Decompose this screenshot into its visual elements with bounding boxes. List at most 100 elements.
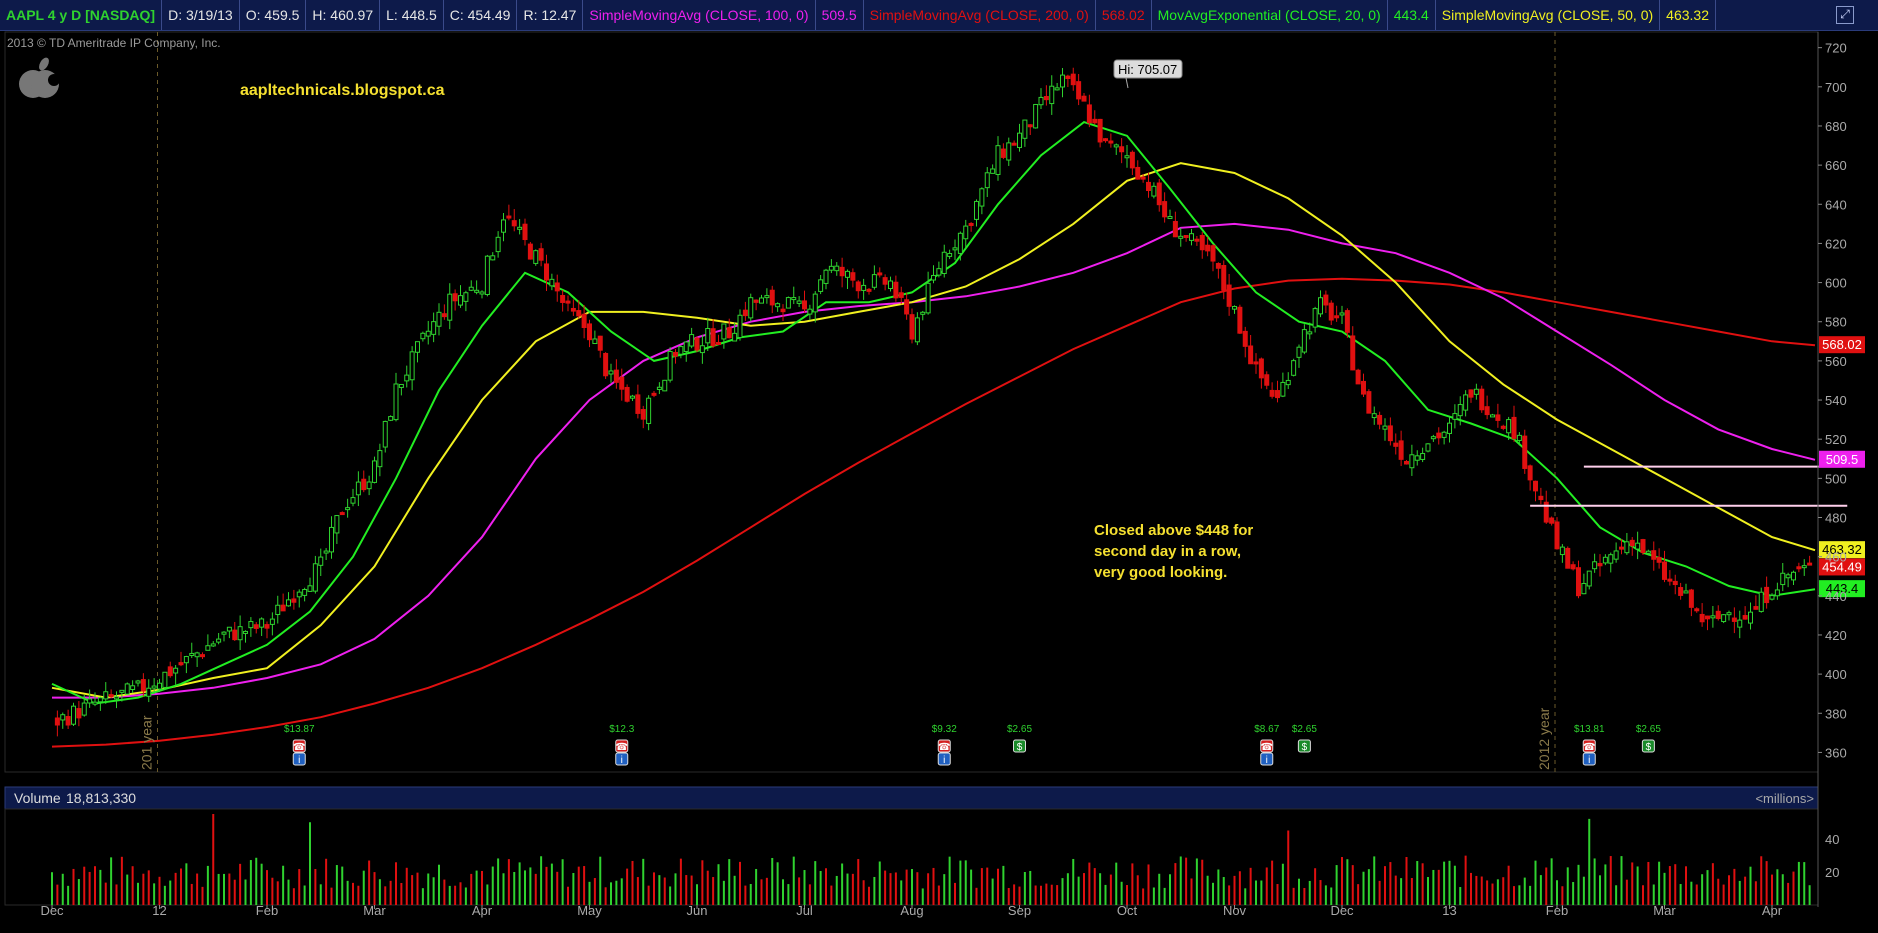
candle-body	[382, 420, 388, 448]
candle-body	[511, 220, 517, 227]
candle-body	[420, 332, 426, 340]
candle-body	[1667, 578, 1673, 582]
volume-label: Volume	[14, 790, 61, 806]
info-icon-glyph: i	[621, 755, 623, 766]
candle-body	[914, 317, 920, 343]
candle-body	[157, 682, 162, 690]
candle-body	[726, 327, 732, 339]
candle-body	[796, 300, 802, 304]
annotation-text: Closed above $448 for	[1094, 522, 1253, 539]
candle-body	[1441, 431, 1447, 438]
candle-body	[1576, 567, 1581, 597]
y-tick-label: 640	[1825, 197, 1847, 212]
candle-body	[1672, 580, 1678, 586]
candle-body	[447, 293, 453, 321]
candle-body	[194, 652, 200, 658]
candle-body	[452, 293, 458, 302]
candle-body	[1156, 182, 1162, 206]
event-label: $9.32	[932, 724, 957, 735]
candle-body	[205, 645, 211, 651]
candle-body	[1769, 595, 1775, 600]
candle-body	[1801, 565, 1807, 569]
candle-body	[662, 379, 668, 392]
candle-body	[436, 311, 442, 327]
candle-body	[339, 512, 345, 516]
candle-body	[1076, 81, 1082, 100]
candle-body	[888, 280, 893, 290]
candle-body	[995, 145, 1001, 175]
candle-body	[1473, 388, 1479, 395]
candle-body	[1430, 436, 1436, 440]
candle-body	[103, 691, 109, 700]
candle-body	[613, 369, 619, 383]
candle-body	[76, 708, 82, 719]
price-chart[interactable]: Hi: 705.07568.02509.5463.32454.49443.4$1…	[0, 0, 1878, 933]
candle-body	[248, 621, 254, 629]
candle-body	[1710, 615, 1716, 619]
candle-body	[1484, 406, 1490, 416]
watermark-text: aapltechnicals.blogspot.ca	[240, 82, 445, 99]
candle-body	[1258, 358, 1264, 379]
candle-body	[1232, 306, 1237, 310]
candle-body	[1479, 388, 1485, 411]
candle-body	[963, 225, 969, 240]
candle-body	[877, 272, 883, 276]
candle-body	[909, 314, 915, 340]
candle-body	[1468, 389, 1474, 398]
candle-body	[1635, 542, 1641, 550]
candle-body	[178, 662, 184, 666]
candle-body	[1377, 414, 1383, 425]
candle-body	[850, 272, 856, 281]
candle-body	[1447, 422, 1452, 434]
candle-body	[764, 295, 770, 299]
candle-body	[1371, 413, 1377, 419]
candle-body	[1119, 146, 1125, 153]
y-tick-label: 480	[1825, 511, 1847, 526]
candle-body	[656, 386, 662, 390]
candle-body	[538, 248, 544, 261]
candle-body	[1592, 561, 1598, 570]
candle-body	[393, 383, 399, 421]
y-tick-label: 560	[1825, 354, 1847, 369]
event-label: $8.67	[1254, 724, 1279, 735]
candle-body	[243, 630, 248, 634]
candle-body	[1070, 73, 1076, 86]
candle-body	[1581, 582, 1587, 595]
candle-body	[1726, 612, 1732, 616]
candle-body	[1038, 96, 1044, 106]
candle-body	[699, 345, 705, 354]
candle-body	[1060, 74, 1065, 88]
candle-body	[1339, 312, 1345, 316]
candle-body	[1221, 265, 1227, 291]
x-tick-label: Feb	[256, 903, 278, 918]
y-tick-label: 440	[1825, 589, 1847, 604]
candle-body	[1366, 391, 1372, 414]
y-tick-label: 400	[1825, 667, 1847, 682]
candle-body	[302, 589, 308, 596]
candle-body	[791, 297, 797, 301]
candle-body	[1715, 610, 1721, 619]
dividend-icon-glyph: $	[1646, 742, 1652, 753]
candle-body	[167, 666, 173, 677]
candle-body	[1683, 590, 1689, 594]
candle-body	[898, 292, 904, 298]
candle-body	[517, 226, 523, 230]
candle-body	[484, 255, 490, 296]
candle-body	[651, 392, 657, 396]
candle-body	[1807, 562, 1813, 566]
candle-body	[259, 618, 265, 628]
high-marker-label: Hi: 705.07	[1118, 62, 1177, 77]
candle-body	[1006, 142, 1012, 161]
candle-body	[737, 314, 743, 338]
candle-body	[1275, 390, 1280, 399]
y-tick-label: 380	[1825, 706, 1847, 721]
candle-body	[1629, 539, 1635, 547]
candle-body	[1108, 140, 1114, 144]
candle-body	[845, 270, 850, 278]
candle-body	[1774, 589, 1780, 597]
candle-body	[1011, 142, 1017, 146]
candle-body	[97, 697, 103, 703]
candle-body	[1780, 572, 1786, 586]
candle-body	[871, 274, 877, 288]
candle-body	[1215, 263, 1221, 269]
